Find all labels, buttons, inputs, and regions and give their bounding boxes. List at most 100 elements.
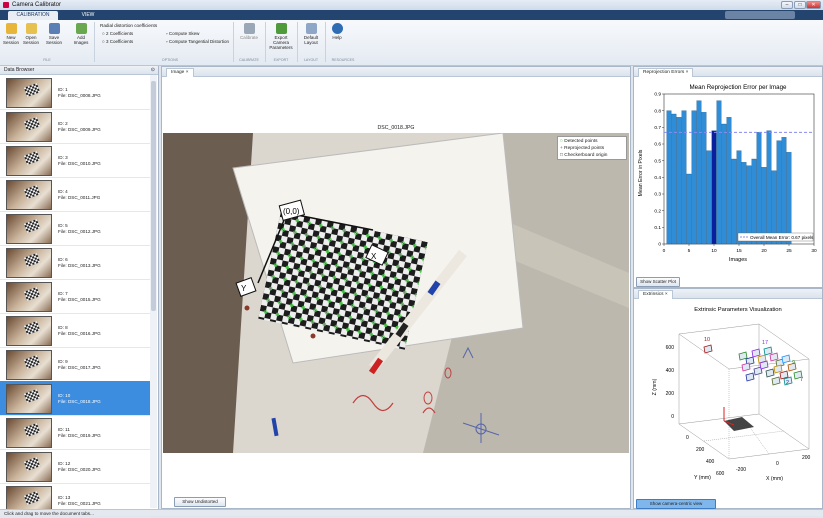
y-tick-label: 0.8 [654, 108, 661, 114]
help-button[interactable]: Help [328, 23, 346, 40]
data-browser-header: Data Browser ⊙ [0, 66, 158, 75]
chart-y-label: Mean Error in Pixels [638, 149, 644, 196]
image-list-item[interactable]: ID: 7 File: DSC_0015.JPG [0, 279, 150, 314]
open-session-button[interactable]: Open Session [22, 23, 40, 45]
error-bar [681, 110, 687, 245]
checkerboard-plane [773, 364, 783, 374]
image-list-item[interactable]: ID: 4 File: DSC_0011.JPG [0, 177, 150, 212]
add-images-button[interactable]: Add Images [72, 23, 90, 45]
show-camera-centric-button[interactable]: Show camera-centric view [636, 499, 716, 509]
ribbon-separator [233, 22, 234, 62]
toolstrip-tabs: CALIBRATION VIEW [0, 10, 823, 20]
image-item-text: ID: 7 File: DSC_0015.JPG [58, 291, 101, 303]
tab-view[interactable]: VIEW [70, 11, 106, 20]
y-tick: 0 [686, 435, 689, 441]
image-list-item[interactable]: ID: 1 File: DSC_0008.JPG [0, 75, 150, 110]
show-undistorted-button[interactable]: Show Undistorted [174, 497, 226, 507]
image-thumbnail [6, 78, 52, 108]
image-list-item[interactable]: ID: 9 File: DSC_0017.JPG [0, 347, 150, 382]
error-bar [666, 110, 672, 245]
compute-tangential-checkbox[interactable]: ▫ Compute Tangential Distortion [166, 39, 229, 44]
add-images-icon [75, 23, 87, 34]
radio-3-coefficients[interactable]: ○ 3 Coefficients [102, 39, 133, 44]
image-item-text: ID: 3 File: DSC_0010.JPG [58, 155, 101, 167]
save-session-button[interactable]: Save Session [43, 23, 65, 45]
data-browser-scrollbar[interactable] [150, 75, 157, 508]
reprojection-error-chart[interactable]: Mean Reprojection Error per Image Images… [634, 77, 822, 277]
z-tick: 400 [666, 368, 675, 374]
tab-reprojection-errors[interactable]: Reprojection Errors × [638, 68, 694, 77]
image-list-item[interactable]: ID: 11 File: DSC_0019.JPG [0, 415, 150, 450]
quick-access-toolbar[interactable] [725, 11, 795, 19]
close-tab-icon[interactable]: × [665, 292, 668, 297]
image-list-item[interactable]: ID: 10 File: DSC_0018.JPG [0, 381, 150, 416]
compute-skew-checkbox[interactable]: ▫ Compute Skew [166, 31, 199, 36]
legend-checkerboard-origin: □ Checkerboard origin [560, 153, 608, 158]
image-file: File: DSC_0013.JPG [58, 263, 101, 268]
radio-2-coefficients[interactable]: ○ 2 Coefficients [102, 31, 133, 36]
image-list-item[interactable]: ID: 12 File: DSC_0020.JPG [0, 449, 150, 484]
image-tab-bar: Image × [162, 67, 630, 77]
default-layout-button[interactable]: Default Layout [300, 23, 322, 45]
image-thumbnail [6, 452, 52, 482]
new-session-button[interactable]: New Session [2, 23, 20, 45]
reprojection-tab-bar: Reprojection Errors × [634, 67, 822, 77]
image-list-item[interactable]: ID: 8 File: DSC_0016.JPG [0, 313, 150, 348]
error-bar [716, 100, 722, 245]
origin-label: (0,0) [283, 207, 300, 216]
tab-image[interactable]: Image × [166, 68, 194, 77]
calibrate-button[interactable]: Calibrate [238, 23, 260, 40]
chart-title: Mean Reprojection Error per Image [690, 84, 788, 91]
x-tick-label: 5 [688, 248, 691, 254]
error-bar [746, 165, 752, 245]
image-thumbnail [6, 350, 52, 380]
y-axis-label: Y (mm) [694, 475, 711, 481]
error-bar [721, 123, 727, 245]
calibration-image[interactable]: (0,0) X Y ○ Detected points + Reprojecte [163, 133, 629, 453]
image-thumbnail [6, 146, 52, 176]
status-bar: Click and drag to move the document tabs… [0, 509, 823, 516]
data-browser-title: Data Browser [4, 67, 35, 73]
y-tick-label: 0.9 [654, 92, 661, 98]
close-tab-icon[interactable]: × [186, 70, 189, 75]
image-list-item[interactable]: ID: 3 File: DSC_0010.JPG [0, 143, 150, 178]
extrinsics-3d-plot[interactable]: Extrinsic Parameters Visualization 600 4… [634, 299, 822, 497]
image-list-item[interactable]: ID: 5 File: DSC_0012.JPG [0, 211, 150, 246]
group-label-resources: RESOURCES [331, 58, 355, 62]
image-item-text: ID: 10 File: DSC_0018.JPG [58, 393, 101, 405]
minimize-button[interactable]: – [781, 1, 793, 9]
scrollbar-thumb[interactable] [151, 81, 156, 311]
close-tab-icon[interactable]: × [686, 70, 689, 75]
group-label-calibrate: CALIBRATE [239, 58, 259, 62]
tab-calibration[interactable]: CALIBRATION [8, 11, 58, 20]
checkerboard-plane [703, 344, 713, 354]
x-axis-label: X (mm) [766, 476, 783, 482]
ribbon-separator [325, 22, 326, 62]
image-list-item[interactable]: ID: 6 File: DSC_0013.JPG [0, 245, 150, 280]
y-axis-label: Y [241, 284, 247, 293]
export-camera-parameters-button[interactable]: Export Camera Parameters [266, 23, 296, 50]
extrinsics-tab-bar: Extrinsics × [634, 289, 822, 299]
reprojection-errors-panel: Reprojection Errors × Mean Reprojection … [633, 66, 823, 288]
close-window-button[interactable]: ✕ [806, 1, 821, 9]
legend-reprojected-points: + Reprojected points [560, 146, 605, 151]
ribbon-separator [297, 22, 298, 62]
error-bar [741, 162, 747, 245]
export-icon [275, 23, 287, 34]
image-thumbnail [6, 180, 52, 210]
image-thumbnail [6, 112, 52, 142]
x-tick-label: 20 [761, 248, 767, 254]
tab-extrinsics[interactable]: Extrinsics × [638, 290, 673, 299]
image-file: File: DSC_0015.JPG [58, 297, 101, 302]
help-icon [331, 23, 343, 34]
maximize-button[interactable]: □ [794, 1, 806, 9]
z-tick: 200 [666, 391, 675, 397]
z-tick: 0 [671, 414, 674, 420]
y-tick: 400 [706, 459, 715, 465]
camera-icon [724, 417, 754, 431]
image-thumbnail [6, 418, 52, 448]
image-list-item[interactable]: ID: 2 File: DSC_0009.JPG [0, 109, 150, 144]
panel-options-icon[interactable]: ⊙ [151, 66, 155, 74]
show-scatter-plot-button[interactable]: Show Scatter Plot [636, 277, 680, 287]
legend-detected-points: ○ Detected points [560, 139, 598, 144]
